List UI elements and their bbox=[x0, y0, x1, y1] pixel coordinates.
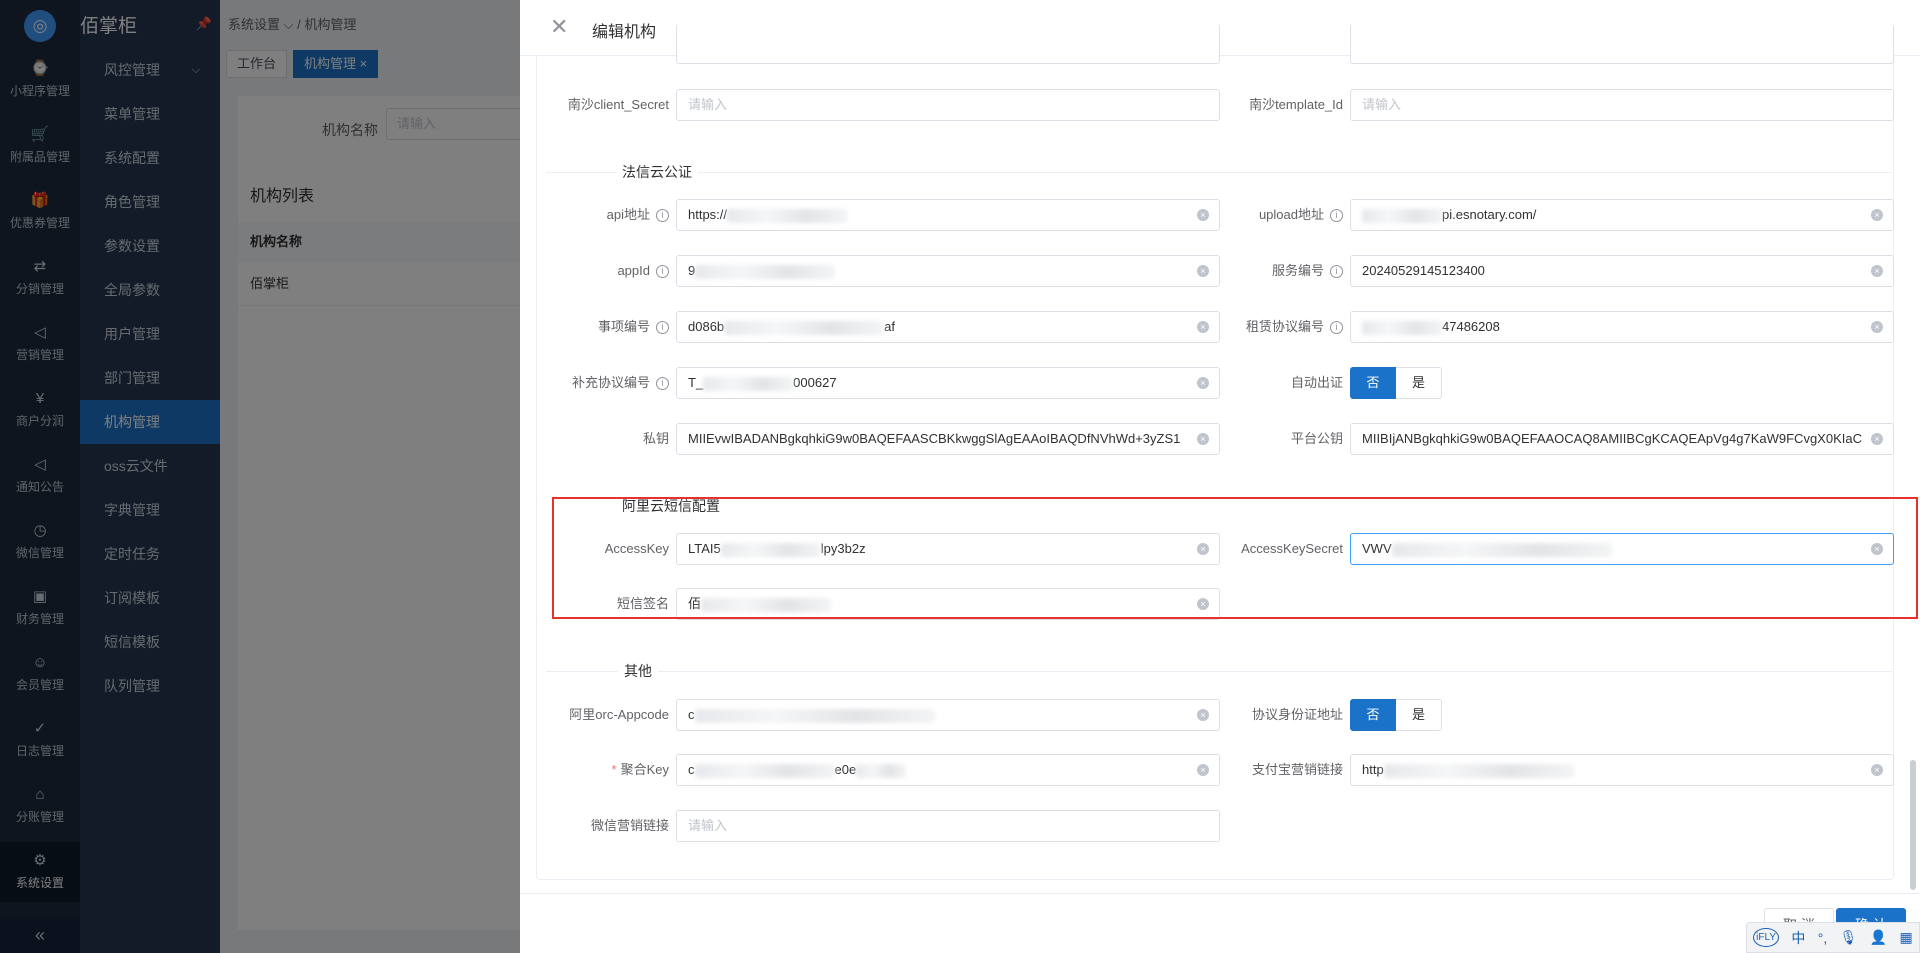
info-icon[interactable]: i bbox=[1330, 265, 1343, 279]
redacted-mask bbox=[703, 376, 794, 391]
redacted-mask bbox=[727, 208, 848, 223]
private-key-label: 私钥 bbox=[642, 431, 669, 446]
clear-icon[interactable]: × bbox=[1871, 433, 1883, 445]
nansha-template-id-input[interactable]: 请输入 bbox=[1350, 89, 1894, 121]
edit-org-drawer: ✕ 编辑机构 南沙client_Secret 请输入 南沙template_Id… bbox=[520, 0, 1920, 953]
supplement-agreement-label: 补充协议编号 i bbox=[520, 367, 669, 399]
grid-icon[interactable]: ▦ bbox=[1900, 929, 1913, 946]
ime-toolbar: iFLY 中 °, 🎙 👤 ▦ bbox=[1746, 922, 1920, 953]
highlight-annotation bbox=[552, 497, 1918, 619]
private-key-input[interactable]: MIIEvwIBADANBgkqhkiG9w0BAQEFAASCBKkwggSl… bbox=[676, 423, 1220, 455]
service-number-input[interactable]: 20240529145123400 × bbox=[1350, 255, 1894, 287]
toggle-yes[interactable]: 是 bbox=[1396, 367, 1442, 399]
prev-field-left[interactable] bbox=[676, 24, 1220, 64]
nansha-client-secret-input[interactable]: 请输入 bbox=[676, 89, 1220, 121]
redacted-mask bbox=[695, 264, 836, 279]
orc-appcode-input[interactable]: c × bbox=[676, 699, 1220, 731]
clear-icon[interactable]: × bbox=[1871, 321, 1883, 333]
juhe-key-label: * 聚合Key bbox=[611, 762, 669, 777]
scrollbar[interactable] bbox=[1910, 760, 1916, 890]
microphone-icon[interactable]: 🎙 bbox=[1840, 929, 1858, 946]
id-card-address-label: 协议身份证地址 bbox=[1251, 707, 1343, 722]
clear-icon[interactable]: × bbox=[1871, 265, 1883, 277]
appid-label: appId i bbox=[520, 255, 669, 287]
punctuation-icon[interactable]: °, bbox=[1818, 930, 1828, 946]
drawer-footer: 取 消 确 认 bbox=[520, 893, 1920, 953]
lease-agreement-label: 租赁协议编号 i bbox=[1194, 311, 1343, 343]
item-number-input[interactable]: d086b af × bbox=[676, 311, 1220, 343]
upload-address-input[interactable]: pi.esnotary.com/× bbox=[1350, 199, 1894, 231]
juhe-key-input[interactable]: c e0e × bbox=[676, 754, 1220, 786]
toggle-yes[interactable]: 是 bbox=[1396, 699, 1442, 731]
api-address-input[interactable]: https://× bbox=[676, 199, 1220, 231]
redacted-mask bbox=[694, 763, 835, 778]
info-icon[interactable]: i bbox=[656, 377, 669, 391]
prev-field-right[interactable] bbox=[1350, 24, 1894, 64]
redacted-mask bbox=[694, 708, 935, 723]
redacted-mask bbox=[856, 763, 907, 778]
drawer-title: 编辑机构 bbox=[592, 24, 657, 41]
info-icon[interactable]: i bbox=[656, 209, 669, 223]
appid-input[interactable]: 9 × bbox=[676, 255, 1220, 287]
auto-certificate-toggle: 否 是 bbox=[1350, 367, 1442, 399]
redacted-mask bbox=[1362, 320, 1442, 335]
supplement-agreement-input[interactable]: T_ 000627 × bbox=[676, 367, 1220, 399]
auto-certificate-label: 自动出证 bbox=[1290, 375, 1343, 390]
section-title-fxy: 法信云公证 bbox=[616, 162, 698, 182]
id-card-address-toggle: 否 是 bbox=[1350, 699, 1442, 731]
alipay-link-input[interactable]: http × bbox=[1350, 754, 1894, 786]
platform-public-key-label: 平台公钥 bbox=[1290, 431, 1343, 446]
ime-lang[interactable]: 中 bbox=[1791, 928, 1805, 948]
wechat-link-input[interactable]: 请输入 bbox=[676, 810, 1220, 842]
platform-public-key-input[interactable]: MIIBIjANBgkqhkiG9w0BAQEFAAOCAQ8AMIIBCgKC… bbox=[1350, 423, 1894, 455]
section-title-other: 其他 bbox=[618, 661, 658, 681]
alipay-link-label: 支付宝营销链接 bbox=[1251, 762, 1343, 777]
toggle-no[interactable]: 否 bbox=[1350, 699, 1396, 731]
toggle-no[interactable]: 否 bbox=[1350, 367, 1396, 399]
redacted-mask bbox=[1383, 763, 1574, 778]
ifly-logo-icon[interactable]: iFLY bbox=[1753, 928, 1779, 947]
orc-appcode-label: 阿里orc-Appcode bbox=[569, 707, 669, 722]
info-icon[interactable]: i bbox=[656, 321, 669, 335]
section-divider bbox=[546, 671, 1892, 672]
close-icon[interactable]: ✕ bbox=[550, 14, 568, 40]
api-address-label: api地址 i bbox=[520, 199, 669, 231]
user-icon[interactable]: 👤 bbox=[1870, 929, 1887, 946]
redacted-mask bbox=[724, 320, 885, 335]
section-divider bbox=[546, 172, 1892, 173]
info-icon[interactable]: i bbox=[656, 265, 669, 279]
wechat-link-label: 微信营销链接 bbox=[590, 818, 669, 833]
clear-icon[interactable]: × bbox=[1871, 209, 1883, 221]
nansha-client-secret-label: 南沙client_Secret bbox=[567, 97, 669, 112]
info-icon[interactable]: i bbox=[1330, 209, 1343, 223]
upload-address-label: upload地址 i bbox=[1194, 199, 1343, 231]
info-icon[interactable]: i bbox=[1330, 321, 1343, 335]
nansha-template-id-label: 南沙template_Id bbox=[1249, 97, 1343, 112]
service-number-label: 服务编号 i bbox=[1194, 255, 1343, 287]
clear-icon[interactable]: × bbox=[1871, 764, 1883, 776]
item-number-label: 事项编号 i bbox=[520, 311, 669, 343]
redacted-mask bbox=[1362, 208, 1442, 223]
lease-agreement-input[interactable]: 47486208 × bbox=[1350, 311, 1894, 343]
